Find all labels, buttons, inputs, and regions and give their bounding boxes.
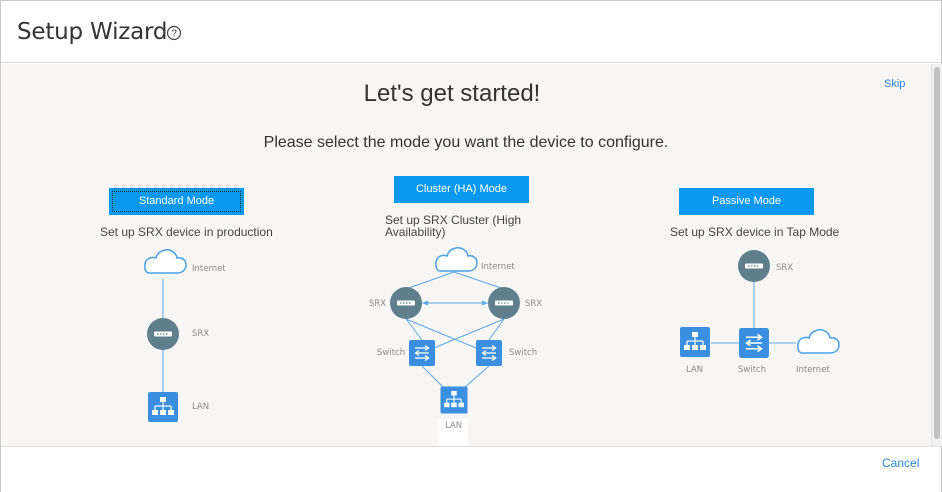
wizard-body: Let's get started! Please select the mod… (2, 64, 931, 446)
switch-icon-right (475, 339, 503, 367)
srx-device-icon (737, 249, 771, 283)
scrollbar-thumb[interactable] (934, 67, 940, 439)
svg-text:?: ? (171, 29, 177, 40)
switch-icon-left (408, 339, 436, 367)
srx-label: SRX (192, 329, 209, 339)
lan-icon (147, 391, 179, 423)
srx-device-icon (146, 317, 180, 351)
switch-label: Switch (738, 365, 766, 375)
lan-icon (439, 385, 469, 415)
lan-label: LAN (445, 421, 462, 431)
lan-label: LAN (686, 365, 703, 375)
cancel-button[interactable]: Cancel (882, 456, 919, 470)
vertical-scrollbar[interactable] (931, 64, 942, 446)
cloud-icon (797, 329, 840, 354)
internet-label: Internet (481, 262, 515, 272)
passive-mode-diagram: SRX LAN Switch Internet (679, 249, 840, 375)
help-circle-icon[interactable]: ? (166, 25, 182, 41)
cluster-mode-diagram: Internet SRX SRX Switch Switch LAN (369, 247, 542, 446)
srx-label-right: SRX (525, 299, 542, 309)
lan-label: LAN (192, 402, 209, 412)
cloud-icon (435, 247, 478, 272)
internet-label: Internet (796, 365, 830, 375)
dialog-title: Setup Wizard (17, 19, 168, 45)
internet-label: Internet (192, 264, 226, 274)
switch-icon (738, 327, 770, 359)
srx-label-left: SRX (369, 299, 386, 309)
srx-device-icon-left (389, 286, 423, 320)
dialog-header: Setup Wizard ? (1, 1, 941, 63)
topology-diagrams: Internet SRX LAN Internet SRX SRX Switch… (144, 247, 840, 446)
switch-label-right: Switch (509, 348, 537, 358)
cloud-icon (144, 249, 187, 274)
setup-wizard-dialog: Setup Wizard ? Let's get started! Please… (0, 0, 942, 492)
srx-label: SRX (776, 263, 793, 273)
switch-label-left: Switch (377, 348, 405, 358)
srx-device-icon-right (487, 286, 521, 320)
lan-icon (679, 326, 711, 358)
dialog-footer: Cancel (1, 446, 941, 492)
standard-mode-diagram: Internet SRX LAN (144, 249, 226, 423)
